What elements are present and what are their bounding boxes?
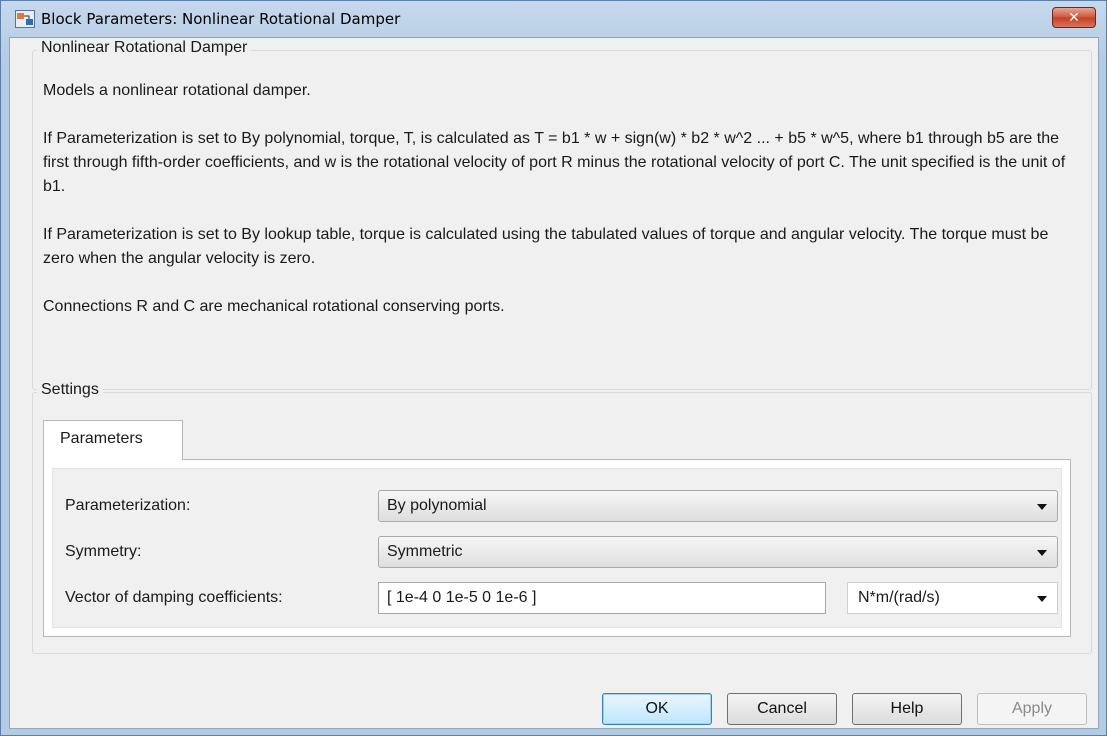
parameters-tab-panel: Parameterization: By polynomial Symmetry… — [43, 459, 1071, 637]
description-group-label: Nonlinear Rotational Damper — [37, 39, 252, 57]
chevron-down-icon — [1037, 504, 1047, 510]
damping-coefficients-field[interactable] — [378, 582, 826, 614]
dialog-window: Block Parameters: Nonlinear Rotational D… — [0, 0, 1107, 736]
description-polynomial: If Parameterization is set to By polynom… — [43, 130, 1066, 195]
dialog-client-area: Nonlinear Rotational Damper Models a non… — [9, 37, 1099, 729]
ok-button[interactable]: OK — [602, 693, 712, 725]
parameters-panel: Parameterization: By polynomial Symmetry… — [52, 468, 1062, 628]
symmetry-dropdown[interactable]: Symmetric — [378, 536, 1058, 568]
help-button[interactable]: Help — [852, 693, 962, 725]
close-button[interactable]: ✕ — [1052, 7, 1096, 28]
simulink-block-icon — [15, 10, 35, 28]
tab-parameters-label: Parameters — [60, 430, 143, 447]
chevron-down-icon — [1037, 596, 1047, 602]
description-lookup-table: If Parameterization is set to By lookup … — [43, 226, 1049, 267]
damping-coefficients-input[interactable] — [379, 583, 825, 613]
damping-coefficients-label: Vector of damping coefficients: — [65, 589, 283, 606]
parameterization-dropdown[interactable]: By polynomial — [378, 490, 1058, 522]
parameterization-value: By polynomial — [387, 497, 487, 514]
parameterization-label: Parameterization: — [65, 497, 191, 514]
apply-button[interactable]: Apply — [977, 693, 1087, 725]
description-connections: Connections R and C are mechanical rotat… — [43, 298, 505, 315]
chevron-down-icon — [1037, 550, 1047, 556]
symmetry-label: Symmetry: — [65, 543, 142, 560]
description-summary: Models a nonlinear rotational damper. — [43, 82, 311, 99]
description-group: Nonlinear Rotational Damper Models a non… — [32, 39, 1092, 390]
settings-group-label: Settings — [37, 381, 103, 399]
window-title: Block Parameters: Nonlinear Rotational D… — [41, 10, 401, 28]
tab-parameters[interactable]: Parameters — [43, 420, 183, 460]
symmetry-value: Symmetric — [387, 543, 463, 560]
damping-unit-dropdown[interactable]: N*m/(rad/s) — [847, 582, 1058, 614]
close-icon: ✕ — [1068, 9, 1080, 25]
cancel-button[interactable]: Cancel — [727, 693, 837, 725]
damping-unit-value: N*m/(rad/s) — [858, 589, 940, 606]
title-bar[interactable]: Block Parameters: Nonlinear Rotational D… — [1, 1, 1106, 37]
